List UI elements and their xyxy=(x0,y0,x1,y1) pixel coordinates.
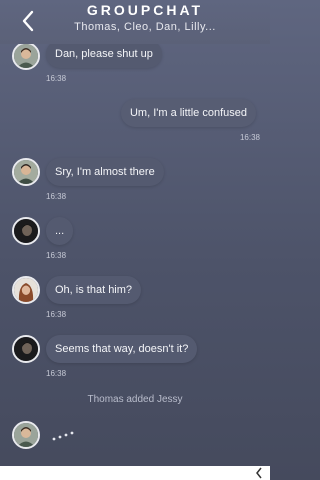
message-time: 16:38 xyxy=(239,133,260,142)
message-bubble[interactable]: ... xyxy=(46,217,74,245)
avatar[interactable] xyxy=(12,42,40,70)
message-time: 16:38 xyxy=(46,74,67,83)
message-text: Oh, is that him? xyxy=(55,284,133,296)
man-avatar-icon xyxy=(14,423,38,447)
back-button[interactable] xyxy=(18,8,40,34)
man-avatar-icon xyxy=(14,44,38,68)
chat-participants[interactable]: Thomas, Cleo, Dan, Lilly... xyxy=(60,21,230,33)
typing-dots-icon xyxy=(50,428,78,442)
chat-header: GROUPCHAT Thomas, Cleo, Dan, Lilly... xyxy=(0,0,270,44)
message-bubble[interactable]: Um, I'm a little confused xyxy=(120,99,256,127)
message-time: 16:38 xyxy=(46,369,67,378)
message-text: Um, I'm a little confused xyxy=(129,107,247,119)
message-bubble[interactable]: Dan, please shut up xyxy=(46,40,162,68)
message-bubble[interactable]: Seems that way, doesn't it? xyxy=(46,335,198,363)
message-bubble[interactable]: Sry, I'm almost there xyxy=(46,158,164,186)
avatar[interactable] xyxy=(12,421,40,449)
woman-avatar-icon xyxy=(14,278,38,302)
avatar[interactable] xyxy=(12,217,40,245)
message-text: ... xyxy=(55,225,65,237)
message-bubble[interactable]: Oh, is that him? xyxy=(46,276,142,304)
message-text: Dan, please shut up xyxy=(55,48,153,60)
message-time: 16:38 xyxy=(46,192,67,201)
avatar[interactable] xyxy=(12,276,40,304)
system-message: Thomas added Jessy xyxy=(87,394,183,405)
avatar[interactable] xyxy=(12,335,40,363)
message-text: Seems that way, doesn't it? xyxy=(55,343,189,355)
message-time: 16:38 xyxy=(46,251,67,260)
chat-title: GROUPCHAT xyxy=(86,2,204,18)
chevron-left-icon xyxy=(22,10,34,32)
avatar[interactable] xyxy=(12,158,40,186)
man-avatar-icon xyxy=(14,160,38,184)
message-text: Sry, I'm almost there xyxy=(55,166,155,178)
dark-avatar-icon xyxy=(14,337,38,361)
send-icon[interactable] xyxy=(254,467,264,479)
message-time: 16:38 xyxy=(46,310,67,319)
input-bar[interactable] xyxy=(0,466,270,480)
dark-avatar-icon xyxy=(14,219,38,243)
